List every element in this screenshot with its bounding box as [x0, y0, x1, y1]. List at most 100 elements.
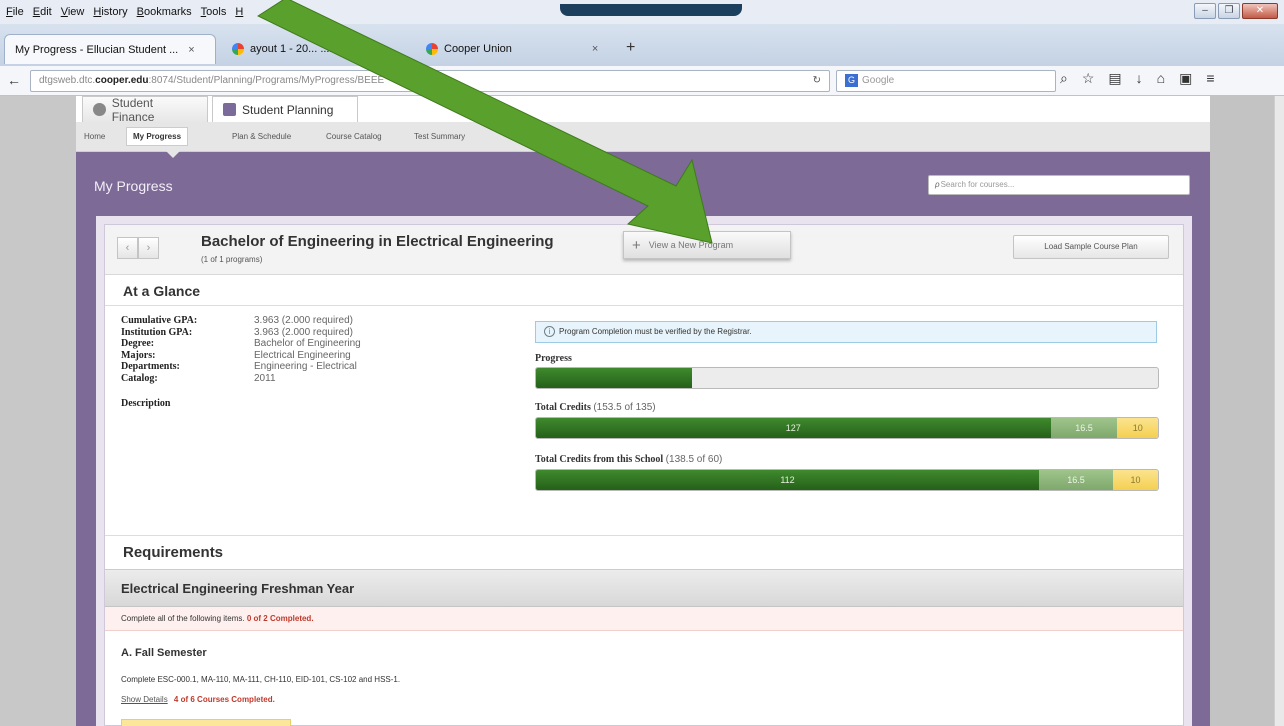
nav-plan-schedule[interactable]: Plan & Schedule	[232, 132, 291, 141]
in-progress-credits-segment: 16.5	[1038, 470, 1114, 490]
web-page: Student Finance Student Planning Home My…	[76, 96, 1210, 726]
sub-navigation: Home My Progress Plan & Schedule Course …	[76, 122, 1210, 158]
menu-icon[interactable]: ≡	[1206, 70, 1214, 87]
url-path: :8074/Student/Planning/Programs/MyProgre…	[148, 75, 385, 86]
course-search-input[interactable]: ρSearch for courses...	[928, 175, 1190, 195]
info-row: Majors: Electrical Engineering	[121, 350, 361, 362]
total-credits-label: Total Credits (153.5 of 135)	[535, 402, 656, 413]
page-gutter	[1210, 96, 1274, 726]
info-row: Departments: Engineering - Electrical	[121, 361, 361, 373]
tab-bar: My Progress - Ellucian Student ... × ayo…	[0, 24, 1284, 66]
tab-cooper-union[interactable]: Cooper Union ×	[416, 34, 614, 64]
info-row: Catalog: 2011	[121, 373, 361, 385]
info-value: Electrical Engineering	[254, 349, 351, 361]
nav-home[interactable]: Home	[84, 132, 105, 141]
info-key: Institution GPA:	[121, 326, 193, 338]
url-bar[interactable]: dtgsweb.dtc.cooper.edu:8074/Student/Plan…	[30, 70, 830, 92]
bookmark-star-icon[interactable]: ☆	[1082, 70, 1095, 87]
home-icon[interactable]: ⌂	[1157, 70, 1165, 87]
progress-section: My Progress ρSearch for courses... ‹ › B…	[76, 152, 1210, 726]
tab-label: Student Finance	[111, 95, 155, 124]
previous-program-button[interactable]: ‹	[117, 237, 138, 259]
info-row: Institution GPA: 3.963 (2.000 required)	[121, 327, 361, 339]
school-credits-bar: 112 16.5 10	[535, 469, 1159, 491]
freshman-year-heading[interactable]: Electrical Engineering Freshman Year	[105, 569, 1183, 607]
url-domain: cooper.edu	[95, 75, 149, 86]
download-icon[interactable]: ↓	[1136, 70, 1143, 87]
browser-search-input[interactable]: G Google	[836, 70, 1056, 92]
completed-credits-segment: 112	[536, 470, 1039, 490]
info-row: Cumulative GPA: 3.963 (2.000 required)	[121, 315, 361, 327]
fall-semester-progress: Show Details 4 of 6 Courses Completed.	[121, 695, 275, 704]
info-row: Degree: Bachelor of Engineering	[121, 338, 361, 350]
tab-label: My Progress - Ellucian Student ...	[15, 43, 179, 56]
search-engine-icon[interactable]: G	[845, 73, 858, 87]
tab-label: Cooper Union	[444, 43, 512, 55]
tab-label: Student Planning	[242, 102, 334, 117]
search-icon[interactable]: ⌕	[1060, 70, 1068, 87]
total-credits-bar: 127 16.5 10	[535, 417, 1159, 439]
requirements-heading: Requirements	[105, 535, 1183, 569]
registrar-notice: i Program Completion must be verified by …	[535, 321, 1157, 343]
menu-view[interactable]: View	[61, 6, 85, 18]
load-sample-course-plan-button[interactable]: Load Sample Course Plan	[1013, 235, 1169, 259]
navigation-bar: ← dtgsweb.dtc.cooper.edu:8074/Student/Pl…	[0, 66, 1284, 96]
nav-course-catalog[interactable]: Course Catalog	[326, 132, 382, 141]
view-new-program-button[interactable]: + View a New Program	[623, 231, 791, 259]
program-header: ‹ › Bachelor of Engineering in Electrica…	[105, 225, 1183, 275]
tab-close-icon[interactable]: ×	[188, 44, 194, 56]
back-button[interactable]: ←	[4, 71, 24, 91]
nav-my-progress[interactable]: My Progress	[126, 127, 189, 146]
tab-close-icon[interactable]: ×	[355, 43, 361, 55]
reload-icon[interactable]: ↻	[813, 71, 821, 91]
menu-help[interactable]: H	[235, 6, 243, 18]
menu-tools[interactable]: Tools	[201, 6, 227, 18]
tab-my-progress[interactable]: My Progress - Ellucian Student ... ×	[4, 34, 216, 64]
active-nav-caret	[166, 151, 180, 158]
menu-bar: File Edit View History Bookmarks Tools H…	[0, 0, 1284, 24]
next-program-button[interactable]: ›	[138, 237, 159, 259]
at-a-glance-heading: At a Glance	[105, 276, 1183, 306]
close-window-icon[interactable]: ✕	[1242, 3, 1278, 19]
completion-status: 0 of 2 Completed.	[246, 614, 314, 623]
in-progress-credits-segment: 16.5	[1050, 418, 1118, 438]
menu-history[interactable]: History	[93, 6, 127, 18]
google-drive-icon	[232, 43, 244, 55]
menu-edit[interactable]: Edit	[33, 6, 52, 18]
program-pager: ‹ ›	[117, 237, 159, 259]
tab-student-planning[interactable]: Student Planning	[212, 96, 358, 122]
browser-toolbar: ⌕ ☆ ▤ ↓ ⌂ ▣ ≡	[1060, 70, 1215, 87]
program-title: Bachelor of Engineering in Electrical En…	[201, 233, 554, 250]
tab-close-icon[interactable]: ×	[592, 43, 598, 55]
info-value: 3.963 (2.000 required)	[254, 315, 353, 326]
completed-credits-segment: 127	[536, 418, 1051, 438]
planned-course-chip[interactable]	[121, 719, 291, 726]
scrollbar[interactable]	[1274, 96, 1284, 726]
tab-layout-pdf[interactable]: ayout 1 - 20... ...ndf ×	[222, 34, 412, 64]
page-title: My Progress	[94, 178, 173, 194]
nav-test-summary[interactable]: Test Summary	[414, 132, 465, 141]
total-credits-count: (153.5 of 135)	[593, 402, 656, 413]
addon-icon[interactable]: ▣	[1179, 70, 1192, 87]
tab-label: ayout 1 - 20... ...ndf	[250, 43, 345, 55]
info-key: Degree:	[121, 338, 155, 349]
new-tab-button[interactable]: +	[626, 39, 635, 57]
show-details-link[interactable]: Show Details	[121, 695, 168, 704]
search-icon: ρ	[935, 180, 940, 189]
url-prefix: dtgsweb.dtc.	[39, 75, 96, 86]
school-credits-label: Total Credits from this School (138.5 of…	[535, 454, 722, 465]
info-value: 2011	[254, 372, 276, 384]
school-credits-count: (138.5 of 60)	[665, 454, 723, 465]
program-count: (1 of 1 programs)	[201, 255, 263, 264]
tab-student-finance[interactable]: Student Finance	[82, 95, 208, 124]
fall-semester-status: 4 of 6 Courses Completed.	[173, 695, 275, 704]
info-icon: i	[544, 326, 555, 338]
menu-bookmarks[interactable]: Bookmarks	[137, 6, 192, 18]
program-card: ‹ › Bachelor of Engineering in Electrica…	[104, 224, 1184, 726]
program-info: Cumulative GPA: 3.963 (2.000 required) In…	[121, 315, 361, 409]
minimize-icon[interactable]: –	[1194, 3, 1216, 19]
menu-file[interactable]: File	[6, 6, 24, 18]
notice-text: Program Completion must be verified by t…	[559, 327, 752, 336]
clipboard-icon[interactable]: ▤	[1108, 70, 1121, 87]
restore-icon[interactable]: ❐	[1218, 3, 1240, 19]
